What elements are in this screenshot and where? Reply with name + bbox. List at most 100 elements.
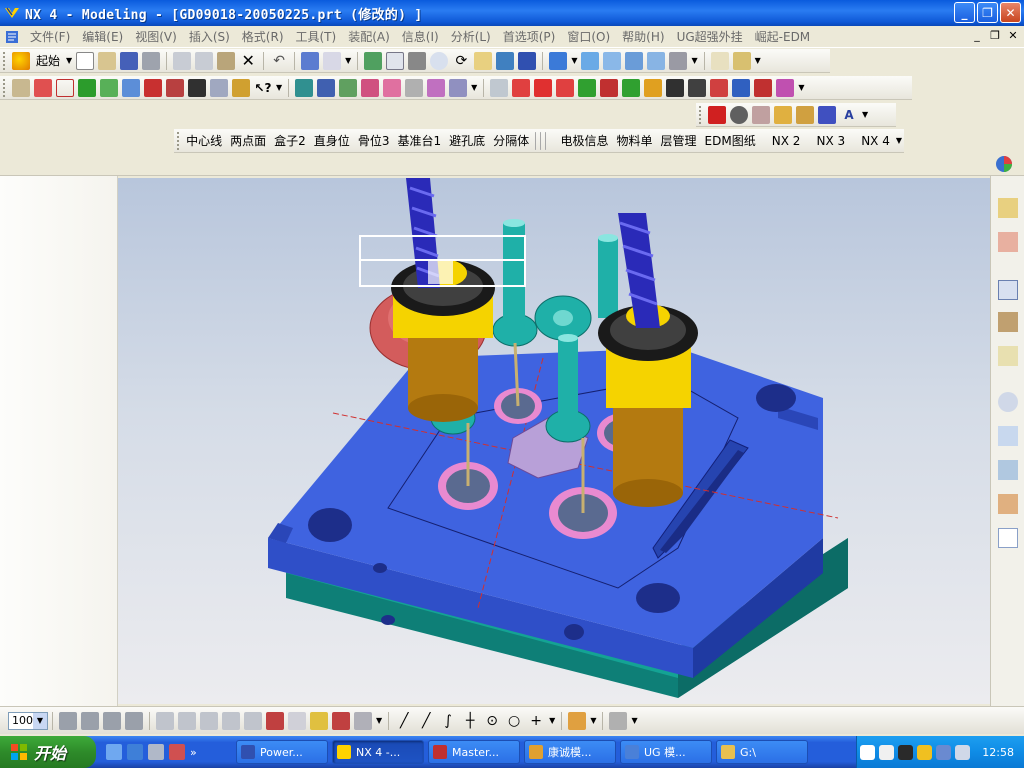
plugin-two-point-plane[interactable]: 两点面 [226, 132, 270, 149]
preselect-icon[interactable] [609, 711, 628, 730]
sew-icon[interactable] [427, 78, 446, 97]
save-icon[interactable] [120, 51, 139, 70]
menu-preferences[interactable]: 首选项(P) [497, 28, 562, 45]
task-kangcheng[interactable]: 康诚模... [524, 740, 616, 764]
plugin-electrode-info[interactable]: 电极信息 [556, 132, 612, 149]
menu-information[interactable]: 信息(I) [396, 28, 445, 45]
plugin-separator[interactable]: 分隔体 [489, 132, 533, 149]
blend-icon[interactable] [188, 78, 206, 97]
bounded-plane-icon[interactable] [383, 78, 402, 97]
swept-icon[interactable] [361, 78, 380, 97]
qq-icon[interactable] [898, 744, 914, 760]
perspective-icon[interactable] [518, 51, 537, 70]
arc-icon[interactable]: ∫ [439, 712, 457, 730]
surface-icon[interactable] [295, 78, 314, 97]
zoom-region-icon[interactable] [408, 51, 427, 70]
plugin-font-icon[interactable]: A [840, 106, 858, 124]
point-dropdown-icon[interactable]: ▼ [549, 716, 555, 725]
plugin-avoid-hole[interactable]: 避孔底 [445, 132, 489, 149]
edm-3-icon[interactable] [578, 78, 597, 97]
view-iso-icon[interactable] [647, 51, 666, 70]
snap-2-icon[interactable] [178, 711, 196, 730]
line-alt-icon[interactable]: ╱ [417, 712, 435, 730]
task-ug-mold[interactable]: UG 模... [620, 740, 712, 764]
edm-8-icon[interactable] [688, 78, 707, 97]
new-file-icon[interactable] [76, 51, 95, 70]
toolbar-grip-4[interactable] [177, 131, 180, 150]
rotate-icon[interactable]: ⟳ [452, 52, 470, 70]
undo-icon[interactable]: ↶ [270, 52, 288, 70]
system-scenes-icon[interactable] [998, 528, 1018, 548]
ie-icon[interactable] [127, 744, 143, 760]
grid-icon[interactable] [56, 78, 74, 97]
point-icon[interactable]: + [527, 712, 545, 730]
plugin-edm-drawing[interactable]: EDM图纸 [701, 132, 760, 149]
menu-file[interactable]: 文件(F) [24, 28, 76, 45]
sketch-icon[interactable] [12, 78, 30, 97]
open-file-icon[interactable] [98, 51, 117, 70]
plugin-nx3[interactable]: NX 3 [812, 134, 849, 148]
help-pointer-icon[interactable]: ↖? [254, 79, 272, 97]
snap-3-icon[interactable] [200, 711, 218, 730]
selection-dropdown-icon[interactable]: ▼ [345, 56, 351, 65]
cut-icon[interactable] [173, 51, 192, 70]
plugin-box2[interactable]: 盒子2 [270, 132, 310, 149]
plugin-gray-3-icon[interactable] [545, 131, 547, 150]
through-curves-icon[interactable] [339, 78, 358, 97]
menu-insert[interactable]: 插入(S) [183, 28, 236, 45]
clock[interactable]: 12:58 [982, 746, 1014, 759]
revolve-icon[interactable] [122, 78, 140, 97]
selection-filter-icon[interactable] [323, 51, 342, 70]
plugin-bom[interactable]: 物料单 [612, 132, 656, 149]
part-navigator-icon[interactable] [998, 232, 1018, 252]
snap-10-icon[interactable] [354, 711, 372, 730]
doc-minimize-icon[interactable]: _ [970, 29, 984, 42]
plugin-red-icon[interactable] [708, 105, 726, 124]
fit-view-icon[interactable] [386, 51, 405, 70]
menu-help[interactable]: 帮助(H) [616, 28, 670, 45]
plugin-centerline[interactable]: 中心线 [182, 132, 226, 149]
layer-icon[interactable] [669, 51, 688, 70]
view-top-icon[interactable] [603, 51, 622, 70]
quick-launch-more-icon[interactable]: » [190, 746, 197, 759]
plugin-dropdown-icon[interactable]: ▼ [862, 110, 868, 119]
plugin-nx4[interactable]: NX 4 [857, 134, 894, 148]
task-master[interactable]: Master... [428, 740, 520, 764]
preselect-dropdown-icon[interactable]: ▼ [631, 716, 637, 725]
pattern-icon[interactable] [232, 78, 250, 97]
snap-dropdown-icon[interactable]: ▼ [376, 716, 382, 725]
start-dropdown-icon[interactable]: ▼ [66, 56, 72, 65]
edm-1-icon[interactable] [534, 78, 553, 97]
trim-icon[interactable] [144, 78, 162, 97]
curve-icon[interactable] [34, 78, 52, 97]
edm-2-icon[interactable] [556, 78, 575, 97]
system-materials-icon[interactable] [998, 426, 1018, 446]
menu-ug-plugin[interactable]: UG超强外挂 [671, 28, 749, 45]
feature-dropdown-icon[interactable]: ▼ [276, 83, 282, 92]
show-desktop-icon[interactable] [106, 744, 122, 760]
view-layer-4-icon[interactable] [125, 711, 143, 730]
minimize-button[interactable]: _ [954, 2, 975, 23]
center-icon[interactable]: ⊙ [483, 712, 501, 730]
chevron-down-icon[interactable]: ▼ [33, 712, 47, 729]
snap-1-icon[interactable] [156, 711, 174, 730]
plugin-frame-icon[interactable] [774, 105, 792, 124]
toolbar-grip[interactable] [3, 51, 7, 70]
plugin-stack-icon[interactable] [752, 105, 770, 124]
menu-view[interactable]: 视图(V) [129, 28, 183, 45]
wcs-icon[interactable] [710, 51, 729, 70]
copy-icon[interactable] [195, 51, 214, 70]
snap-7-icon[interactable] [288, 711, 306, 730]
menu-edm[interactable]: 崛起-EDM [749, 28, 817, 45]
resource-bar-icon[interactable] [995, 155, 1013, 173]
line-icon[interactable]: ╱ [395, 712, 413, 730]
edm-10-icon[interactable] [732, 78, 751, 97]
assembly-navigator-icon[interactable] [998, 198, 1018, 218]
help-icon[interactable] [998, 346, 1018, 366]
zoom-icon[interactable] [430, 51, 449, 70]
shaded-icon[interactable] [549, 51, 568, 70]
reuse-library-icon[interactable] [998, 280, 1018, 300]
history-icon[interactable] [998, 392, 1018, 412]
start-menu-button[interactable]: 起始 [32, 52, 64, 69]
surface-dropdown-icon[interactable]: ▼ [471, 83, 477, 92]
